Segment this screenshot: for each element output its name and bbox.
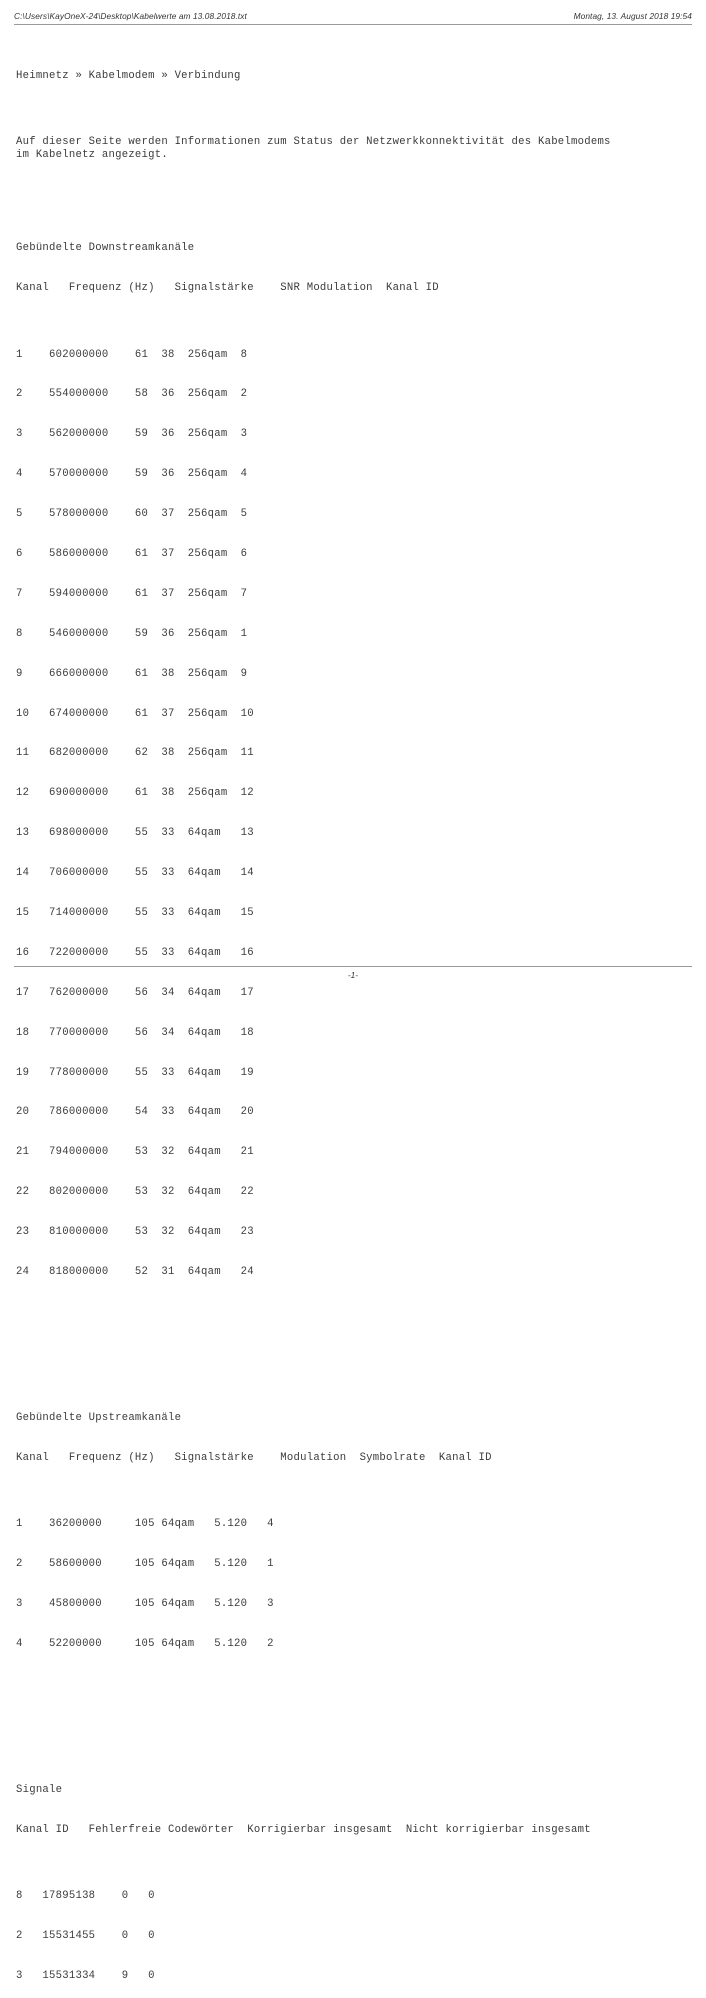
printed-page: C:\Users\KayOneX-24\Desktop\Kabelwerte a…	[0, 0, 706, 1982]
table-row: 4 570000000 59 36 256qam 4	[16, 468, 248, 481]
page-number: -1-	[347, 970, 359, 980]
table-row: 1 602000000 61 38 256qam 8	[16, 348, 248, 361]
signale-table: 8 17895138 0 0 2 15531455 0 0 3 15531334…	[16, 1864, 696, 1998]
table-row: 3 15531334 9 0	[16, 1970, 155, 1983]
downstream-section-title: Gebündelte Downstreamkanäle	[16, 242, 195, 255]
table-row: 6 586000000 61 37 256qam 6	[16, 547, 248, 560]
document-body: Heimnetz » Kabelmodem » Verbindung Auf d…	[16, 30, 696, 1998]
print-footer: -1-	[14, 970, 692, 980]
table-row: 8 546000000 59 36 256qam 1	[16, 627, 248, 640]
print-header-file-path: C:\Users\KayOneX-24\Desktop\Kabelwerte a…	[14, 11, 247, 21]
footer-divider	[14, 966, 692, 967]
print-header-timestamp: Montag, 13. August 2018 19:54	[573, 11, 692, 21]
table-row: 10 674000000 61 37 256qam 10	[16, 707, 254, 720]
table-row: 13 698000000 55 33 64qam 13	[16, 827, 254, 840]
table-row: 17 762000000 56 34 64qam 17	[16, 986, 254, 999]
intro-paragraph: Auf dieser Seite werden Informationen zu…	[16, 136, 611, 162]
signale-table-header: Kanal ID Fehlerfreie Codewörter Korrigie…	[16, 1823, 591, 1836]
table-row: 4 52200000 105 64qam 5.120 2	[16, 1638, 274, 1651]
downstream-table: 1 602000000 61 38 256qam 8 2 554000000 5…	[16, 322, 696, 1306]
table-row: 18 770000000 56 34 64qam 18	[16, 1026, 254, 1039]
table-row: 15 714000000 55 33 64qam 15	[16, 907, 254, 919]
table-row: 20 786000000 54 33 64qam 20	[16, 1106, 254, 1119]
downstream-table-header: Kanal Frequenz (Hz) Signalstärke SNR Mod…	[16, 282, 439, 295]
table-row: 14 706000000 55 33 64qam 14	[16, 867, 254, 880]
print-header: C:\Users\KayOneX-24\Desktop\Kabelwerte a…	[14, 11, 692, 21]
table-row: 22 802000000 53 32 64qam 22	[16, 1186, 254, 1199]
table-row: 5 578000000 60 37 256qam 5	[16, 508, 248, 521]
upstream-table-header: Kanal Frequenz (Hz) Signalstärke Modulat…	[16, 1451, 492, 1464]
table-row: 3 45800000 105 64qam 5.120 3	[16, 1598, 274, 1611]
table-row: 12 690000000 61 38 256qam 12	[16, 787, 254, 800]
table-row: 11 682000000 62 38 256qam 11	[16, 747, 254, 760]
table-row: 24 818000000 52 31 64qam 24	[16, 1266, 254, 1279]
downstream-section: Gebündelte Downstreamkanäle Kanal Freque…	[16, 216, 696, 1333]
table-row: 9 666000000 61 38 256qam 9	[16, 667, 248, 680]
signale-section-title: Signale	[16, 1784, 63, 1796]
table-row: 2 15531455 0 0	[16, 1930, 155, 1943]
table-row: 1 36200000 105 64qam 5.120 4	[16, 1518, 274, 1531]
header-divider	[14, 24, 692, 25]
table-row: 19 778000000 55 33 64qam 19	[16, 1066, 254, 1079]
breadcrumb: Heimnetz » Kabelmodem » Verbindung	[16, 69, 241, 82]
table-row: 16 722000000 55 33 64qam 16	[16, 946, 254, 959]
table-row: 3 562000000 59 36 256qam 3	[16, 428, 248, 441]
table-row: 21 794000000 53 32 64qam 21	[16, 1146, 254, 1159]
table-row: 23 810000000 53 32 64qam 23	[16, 1226, 254, 1239]
table-row: 7 594000000 61 37 256qam 7	[16, 587, 248, 600]
signale-section: Signale Kanal ID Fehlerfreie Codewörter …	[16, 1757, 696, 1998]
table-row: 8 17895138 0 0	[16, 1890, 155, 1903]
upstream-table: 1 36200000 105 64qam 5.120 4 2 58600000 …	[16, 1492, 696, 1678]
table-row: 2 58600000 105 64qam 5.120 1	[16, 1558, 274, 1571]
table-row: 2 554000000 58 36 256qam 2	[16, 388, 248, 401]
upstream-section: Gebündelte Upstreamkanäle Kanal Frequenz…	[16, 1385, 696, 1704]
upstream-section-title: Gebündelte Upstreamkanäle	[16, 1411, 182, 1424]
